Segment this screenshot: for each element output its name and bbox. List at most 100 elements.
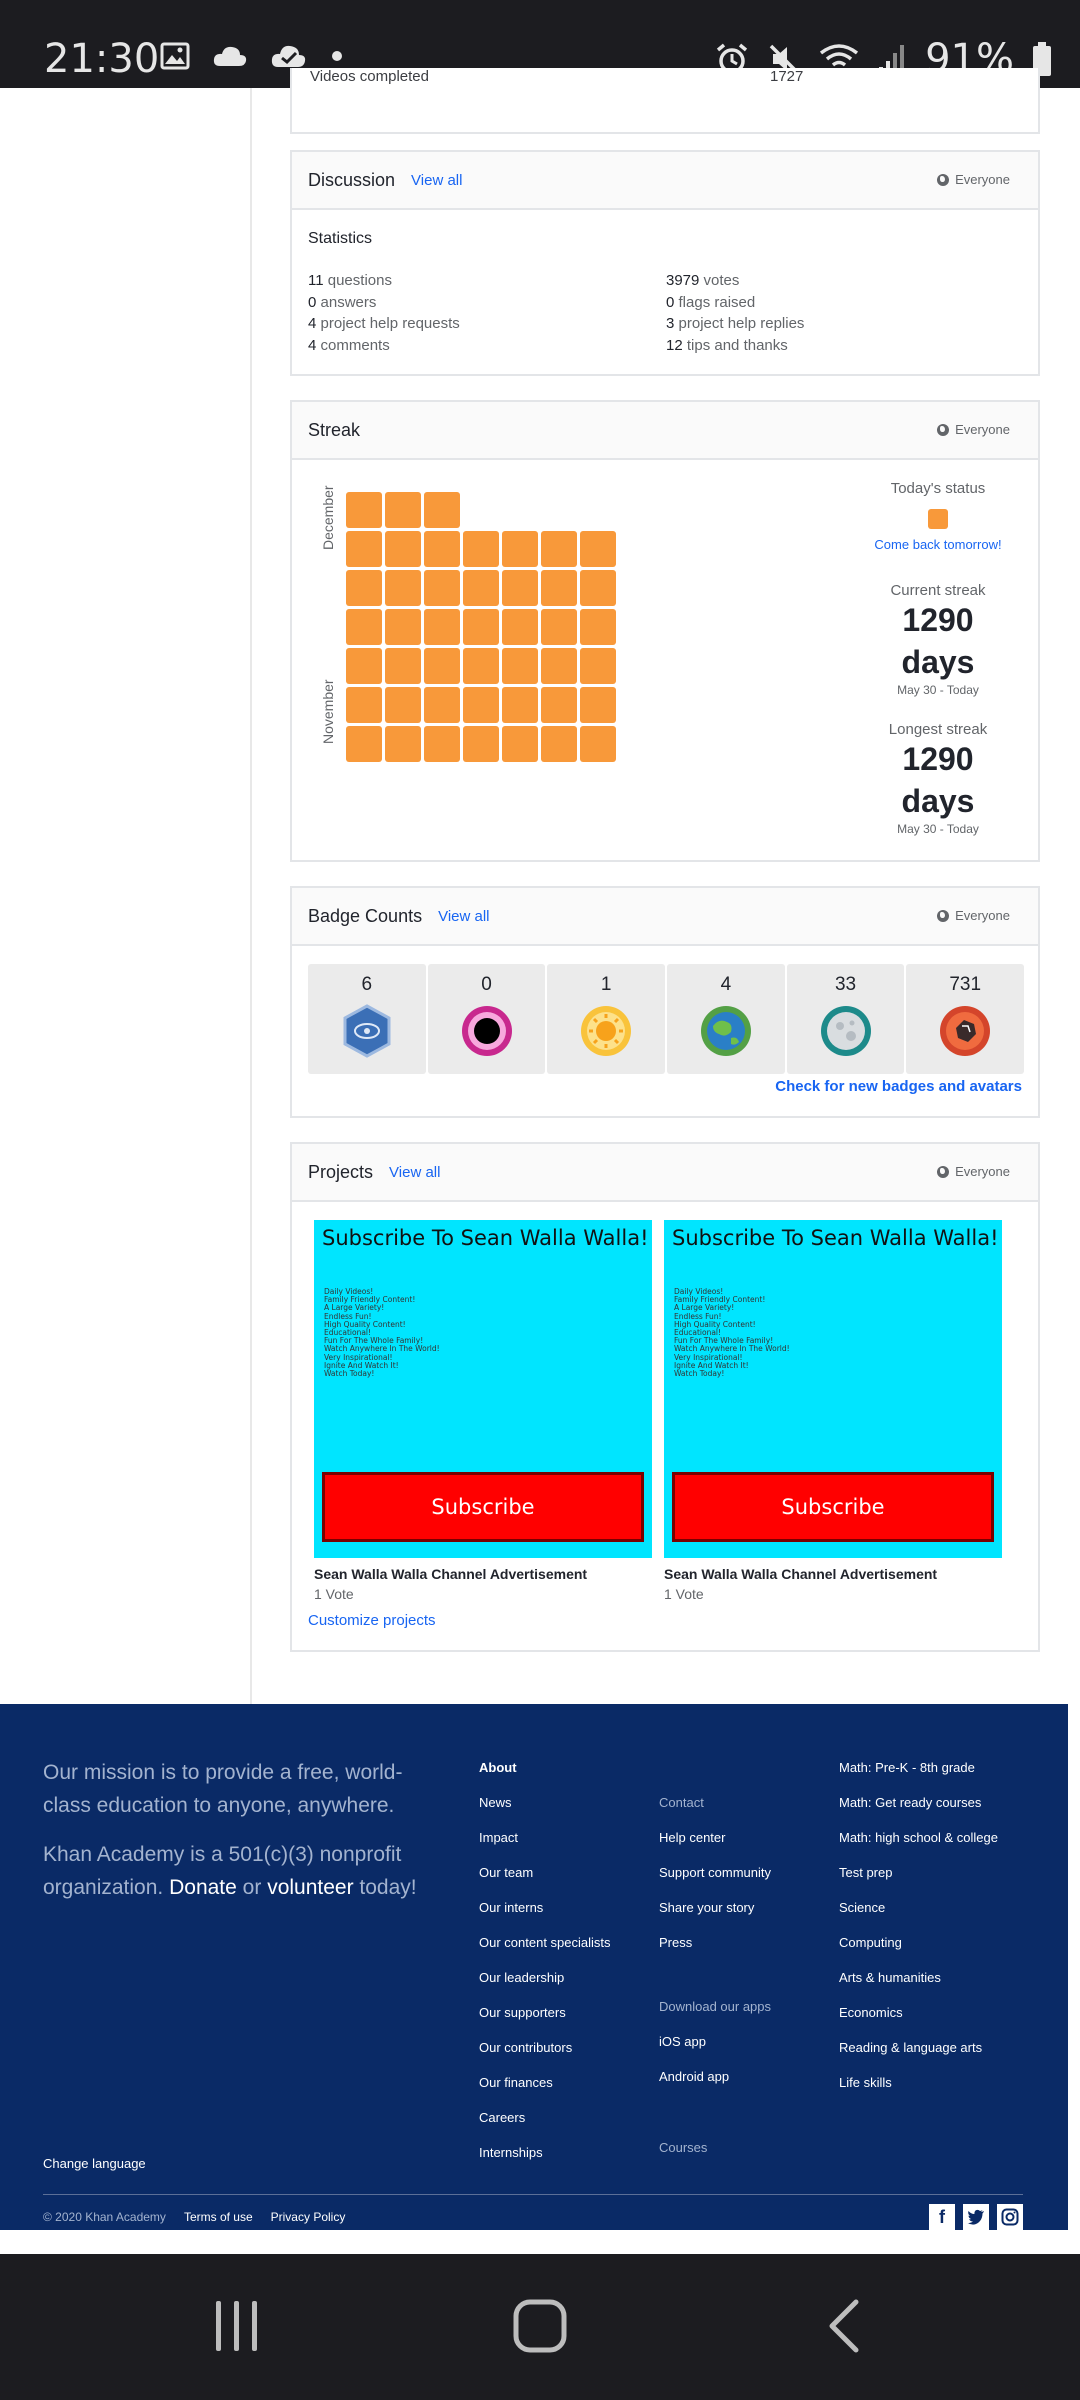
terms-of-use-link[interactable]: Terms of use — [184, 2210, 253, 2224]
footer-link-our-team[interactable]: Our team — [479, 1863, 611, 1898]
streak-visibility[interactable]: Everyone — [937, 422, 1010, 437]
footer-contact-column: Contact Help center Support community Sh… — [659, 1793, 771, 1968]
footer-course-link[interactable]: Life skills — [839, 2073, 998, 2108]
stat-project-help-requests: 4 project help requests — [308, 315, 460, 332]
streak-day-cell — [580, 726, 616, 762]
customize-projects-link[interactable]: Customize projects — [308, 1612, 436, 1629]
project-item[interactable]: Subscribe To Sean Walla Walla! Daily Vid… — [664, 1220, 1002, 1602]
streak-day-cell — [580, 648, 616, 684]
footer-course-link[interactable]: Math: Get ready courses — [839, 1793, 998, 1828]
videos-completed-label: Videos completed — [310, 68, 429, 85]
meteorite-badge-icon — [940, 1006, 991, 1056]
check-new-badges-link[interactable]: Check for new badges and avatars — [775, 1078, 1022, 1095]
discussion-view-all-link[interactable]: View all — [411, 172, 462, 189]
footer-legal: © 2020 Khan Academy Terms of use Privacy… — [43, 2210, 345, 2224]
footer-course-link[interactable]: Test prep — [839, 1863, 998, 1898]
footer-divider — [43, 2194, 1023, 2195]
privacy-policy-link[interactable]: Privacy Policy — [271, 2210, 346, 2224]
footer-link-our-supporters[interactable]: Our supporters — [479, 2003, 611, 2038]
footer-link-our-finances[interactable]: Our finances — [479, 2073, 611, 2108]
footer-link-help-center[interactable]: Help center — [659, 1828, 771, 1863]
donate-link[interactable]: Donate — [169, 1876, 237, 1899]
challenge-patch-icon — [343, 1004, 391, 1058]
project-title-link[interactable]: Sean Walla Walla Channel Advertisement — [664, 1566, 1002, 1582]
streak-title: Streak — [308, 419, 361, 440]
footer-about-heading[interactable]: About — [479, 1758, 611, 1793]
badge-count: 4 — [720, 974, 732, 995]
footer-course-link[interactable]: Science — [839, 1898, 998, 1933]
todays-status-label: Today's status — [890, 480, 986, 497]
streak-day-cell — [346, 492, 382, 528]
footer-link-press[interactable]: Press — [659, 1933, 771, 1968]
project-thumbnail[interactable]: Subscribe To Sean Walla Walla! Daily Vid… — [314, 1220, 652, 1558]
footer-link-content-specialists[interactable]: Our content specialists — [479, 1933, 611, 1968]
cloud-icon — [213, 46, 247, 66]
home-icon[interactable] — [512, 2298, 568, 2354]
visibility-label: Everyone — [955, 1164, 1010, 1179]
streak-day-cell — [502, 609, 538, 645]
footer-course-link[interactable]: Math: high school & college — [839, 1828, 998, 1863]
volunteer-link[interactable]: volunteer — [267, 1876, 353, 1899]
badges-view-all-link[interactable]: View all — [438, 908, 489, 925]
project-item[interactable]: Subscribe To Sean Walla Walla! Daily Vid… — [314, 1220, 652, 1602]
project-thumbnail[interactable]: Subscribe To Sean Walla Walla! Daily Vid… — [664, 1220, 1002, 1558]
badge-sun[interactable]: 1 — [547, 964, 666, 1074]
streak-day-cell — [424, 648, 460, 684]
streak-day-cell — [541, 531, 577, 567]
projects-visibility[interactable]: Everyone — [937, 1164, 1010, 1179]
badge-black-hole[interactable]: 0 — [427, 964, 546, 1074]
mission-statement: Our mission is to provide a free, world-… — [43, 1761, 403, 1817]
footer-course-link[interactable]: Arts & humanities — [839, 1968, 998, 2003]
streak-day-cell — [502, 570, 538, 606]
footer-link-android-app[interactable]: Android app — [659, 2067, 771, 2102]
footer-courses-heading-wrap: Courses — [659, 2138, 707, 2173]
badges-title: Badge Counts — [308, 905, 423, 926]
dot-icon — [332, 51, 342, 61]
footer-link-support-community[interactable]: Support community — [659, 1863, 771, 1898]
footer-link-internships[interactable]: Internships — [479, 2143, 611, 2178]
site-footer: Our mission is to provide a free, world-… — [0, 1704, 1068, 2230]
projects-header: Projects View all Everyone — [292, 1144, 1038, 1202]
streak-day-cell — [580, 531, 616, 567]
badges-visibility[interactable]: Everyone — [937, 908, 1010, 923]
recent-apps-icon[interactable] — [212, 2298, 262, 2354]
footer-link-our-contributors[interactable]: Our contributors — [479, 2038, 611, 2073]
discussion-visibility[interactable]: Everyone — [937, 172, 1010, 187]
streak-day-cell — [463, 648, 499, 684]
visibility-label: Everyone — [955, 422, 1010, 437]
twitter-icon[interactable] — [963, 2204, 989, 2230]
thumbnail-subscribe-graphic: Subscribe — [672, 1472, 994, 1542]
badge-meteorite[interactable]: 731 — [906, 964, 1025, 1074]
streak-day-cell — [346, 687, 382, 723]
footer-link-ios-app[interactable]: iOS app — [659, 2032, 771, 2067]
badge-earth[interactable]: 4 — [667, 964, 785, 1074]
footer-course-link[interactable]: Computing — [839, 1933, 998, 1968]
stat-tips-and-thanks: 12 tips and thanks — [666, 336, 788, 354]
project-title-link[interactable]: Sean Walla Walla Channel Advertisement — [314, 1566, 652, 1582]
footer-course-link[interactable]: Economics — [839, 2003, 998, 2038]
instagram-icon[interactable] — [997, 2204, 1023, 2230]
back-icon[interactable] — [826, 2298, 862, 2354]
badge-challenge-patches[interactable]: 6 — [308, 964, 426, 1074]
footer-link-impact[interactable]: Impact — [479, 1828, 611, 1863]
footer-course-link[interactable]: Reading & language arts — [839, 2038, 998, 2073]
streak-card: Streak Everyone December November Today'… — [290, 400, 1040, 862]
footer-link-our-interns[interactable]: Our interns — [479, 1898, 611, 1933]
footer-link-share-your-story[interactable]: Share your story — [659, 1898, 771, 1933]
globe-icon — [937, 1165, 950, 1178]
facebook-icon[interactable]: f — [929, 2204, 955, 2230]
streak-day-cell — [385, 531, 421, 567]
streak-day-cell — [424, 726, 460, 762]
change-language-link[interactable]: Change language — [43, 2156, 146, 2171]
badge-counts-card: Badge Counts View all Everyone 6 0 1 4 3… — [290, 886, 1040, 1118]
current-streak-label: Current streak — [890, 582, 986, 599]
footer-link-news[interactable]: News — [479, 1793, 611, 1828]
footer-link-our-leadership[interactable]: Our leadership — [479, 1968, 611, 2003]
nonprofit-statement: Khan Academy is a 501(c)(3) nonprofit or… — [43, 1843, 417, 1899]
thumbnail-heading: Subscribe To Sean Walla Walla! — [672, 1226, 999, 1250]
streak-summary: Today's status Come back tomorrow! Curre… — [838, 480, 1038, 836]
footer-link-careers[interactable]: Careers — [479, 2108, 611, 2143]
badge-moon[interactable]: 33 — [786, 964, 905, 1074]
footer-course-link[interactable]: Math: Pre-K - 8th grade — [839, 1758, 998, 1793]
projects-view-all-link[interactable]: View all — [389, 1164, 440, 1181]
